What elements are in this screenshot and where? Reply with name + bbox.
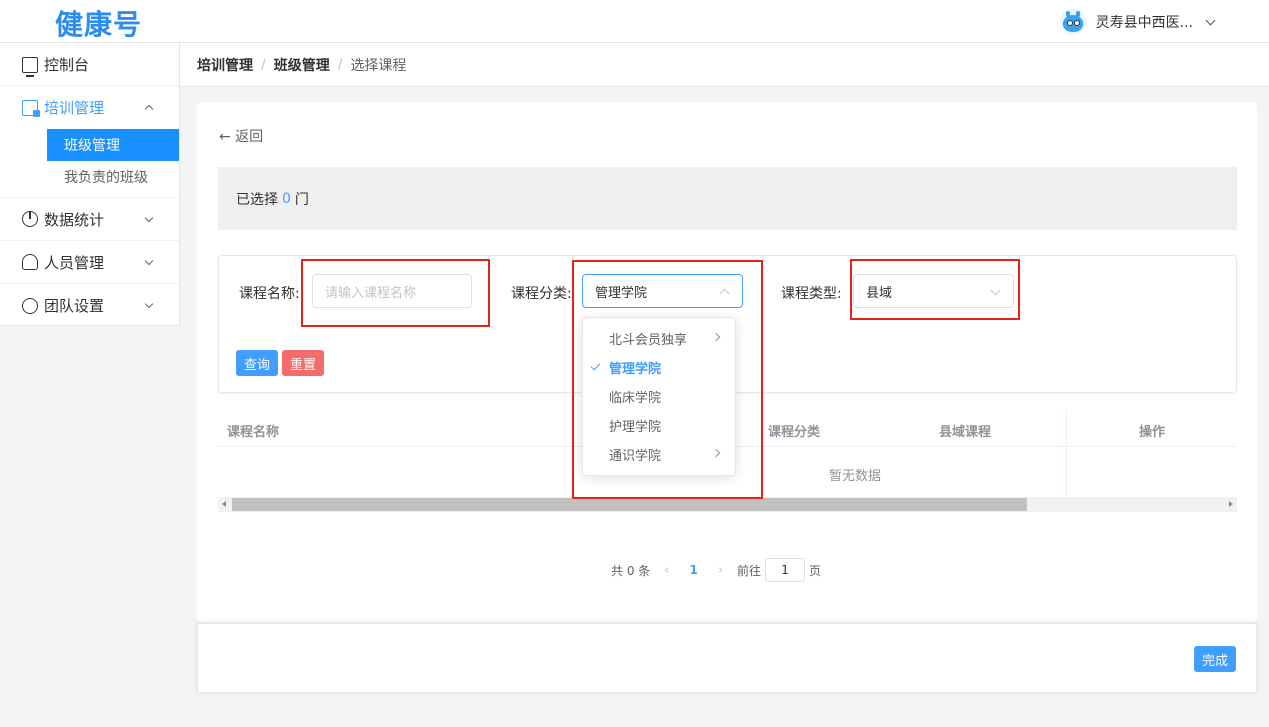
- check-icon: [590, 360, 601, 371]
- chevron-down-icon: [144, 213, 154, 223]
- monitor-icon: [22, 56, 38, 77]
- scroll-right-icon[interactable]: [1229, 501, 1233, 507]
- sidebar-item-label: 团队设置: [44, 297, 105, 315]
- training-submenu: 班级管理 我负责的班级: [0, 129, 179, 198]
- app-logo[interactable]: 健康号: [55, 3, 142, 43]
- sidebar-item-personnel[interactable]: 人员管理: [0, 241, 179, 284]
- scrollbar-thumb[interactable]: [232, 498, 1027, 511]
- prev-page-button[interactable]: ‹: [664, 563, 669, 578]
- goto-prefix: 前往: [737, 563, 762, 578]
- sidebar-item-statistics[interactable]: 数据统计: [0, 198, 179, 241]
- breadcrumb-current: 选择课程: [350, 57, 407, 74]
- option-label: 通识学院: [609, 449, 662, 464]
- breadcrumb-training[interactable]: 培训管理: [197, 55, 253, 75]
- goto-page-input[interactable]: 1: [765, 558, 806, 582]
- done-button[interactable]: 完成: [1194, 646, 1236, 672]
- training-icon: [22, 99, 40, 117]
- scroll-left-icon[interactable]: [222, 501, 226, 507]
- footer-bar: 完成: [197, 623, 1257, 693]
- chevron-up-icon: [719, 288, 730, 299]
- sidebar-item-class-management[interactable]: 班级管理: [47, 129, 179, 161]
- course-type-value: 县域: [866, 285, 893, 301]
- breadcrumb: 培训管理 / 班级管理 / 选择课程: [180, 43, 1269, 87]
- sidebar-item-my-classes[interactable]: 我负责的班级: [47, 161, 179, 193]
- selected-prefix: 已选择: [236, 191, 278, 208]
- next-page-button[interactable]: ›: [718, 563, 723, 578]
- breadcrumb-separator: /: [337, 56, 343, 73]
- top-header: 健康号 灵寿县中西医...: [0, 0, 1269, 43]
- selected-summary: 已选择 0 门: [218, 167, 1237, 230]
- user-name[interactable]: 灵寿县中西医...: [1096, 12, 1193, 32]
- sidebar: 控制台 培训管理 班级管理 我负责的班级 数据统计 人员管理 团队设置: [0, 43, 180, 326]
- chevron-up-icon: [144, 104, 154, 114]
- chevron-down-icon: [990, 285, 1001, 296]
- chevron-right-icon: [711, 448, 721, 458]
- team-icon: [22, 297, 38, 314]
- col-actions: 操作: [1139, 425, 1166, 440]
- dropdown-option[interactable]: 北斗会员独享: [583, 324, 735, 353]
- sidebar-item-label: 控制台: [44, 55, 90, 74]
- course-type-label: 课程类型:: [781, 286, 842, 302]
- selected-suffix: 门: [294, 191, 309, 208]
- selected-count: 0: [282, 190, 291, 207]
- col-course-category: 课程分类: [768, 425, 821, 440]
- user-menu[interactable]: 灵寿县中西医...: [1059, 9, 1216, 35]
- option-label: 护理学院: [609, 420, 662, 435]
- sidebar-item-label: 培训管理: [44, 99, 105, 117]
- chevron-down-icon[interactable]: [1205, 15, 1216, 25]
- users-icon: [22, 254, 38, 270]
- chevron-right-icon: [711, 332, 721, 342]
- course-category-select[interactable]: 管理学院: [582, 274, 743, 308]
- avatar[interactable]: [1059, 9, 1086, 35]
- dropdown-option[interactable]: 临床学院: [583, 382, 735, 411]
- chevron-down-icon: [144, 256, 154, 266]
- breadcrumb-separator: /: [261, 56, 266, 73]
- option-label: 北斗会员独享: [609, 333, 688, 348]
- col-county-course: 县域课程: [939, 425, 992, 440]
- reset-button[interactable]: 重置: [282, 350, 324, 376]
- dropdown-option-selected[interactable]: 管理学院: [583, 353, 735, 382]
- chart-icon: [22, 211, 38, 227]
- goto-suffix: 页: [809, 563, 822, 578]
- option-label: 临床学院: [609, 391, 662, 406]
- dropdown-option[interactable]: 通识学院: [583, 440, 735, 469]
- sidebar-item-team-settings[interactable]: 团队设置: [0, 284, 179, 327]
- course-category-value: 管理学院: [595, 285, 648, 301]
- option-label: 管理学院: [609, 362, 662, 377]
- category-dropdown: 北斗会员独享 管理学院 临床学院 护理学院 通识学院: [582, 317, 736, 476]
- course-category-label: 课程分类:: [511, 286, 572, 302]
- back-link[interactable]: ← 返回: [219, 126, 263, 146]
- pagination: 共 0 条 ‹ 1 › 前往 1 页: [611, 558, 821, 582]
- course-name-input[interactable]: 请输入课程名称: [312, 274, 472, 308]
- course-type-select[interactable]: 县域: [853, 274, 1014, 308]
- breadcrumb-class-management[interactable]: 班级管理: [274, 55, 330, 75]
- course-name-placeholder: 请输入课程名称: [325, 285, 417, 301]
- chevron-down-icon: [144, 299, 154, 309]
- sidebar-item-label: 人员管理: [44, 253, 105, 272]
- dropdown-option[interactable]: 护理学院: [583, 411, 735, 440]
- sidebar-item-label: 数据统计: [44, 210, 105, 229]
- empty-state: 暂无数据: [829, 469, 882, 484]
- sidebar-item-training[interactable]: 培训管理: [0, 86, 179, 129]
- query-button[interactable]: 查询: [236, 350, 278, 376]
- sidebar-item-console[interactable]: 控制台: [0, 43, 179, 86]
- horizontal-scrollbar[interactable]: [218, 497, 1237, 512]
- pagination-total: 共 0 条: [611, 563, 651, 578]
- page-number[interactable]: 1: [689, 563, 697, 577]
- col-course-name: 课程名称: [227, 425, 280, 440]
- course-name-label: 课程名称:: [239, 286, 300, 302]
